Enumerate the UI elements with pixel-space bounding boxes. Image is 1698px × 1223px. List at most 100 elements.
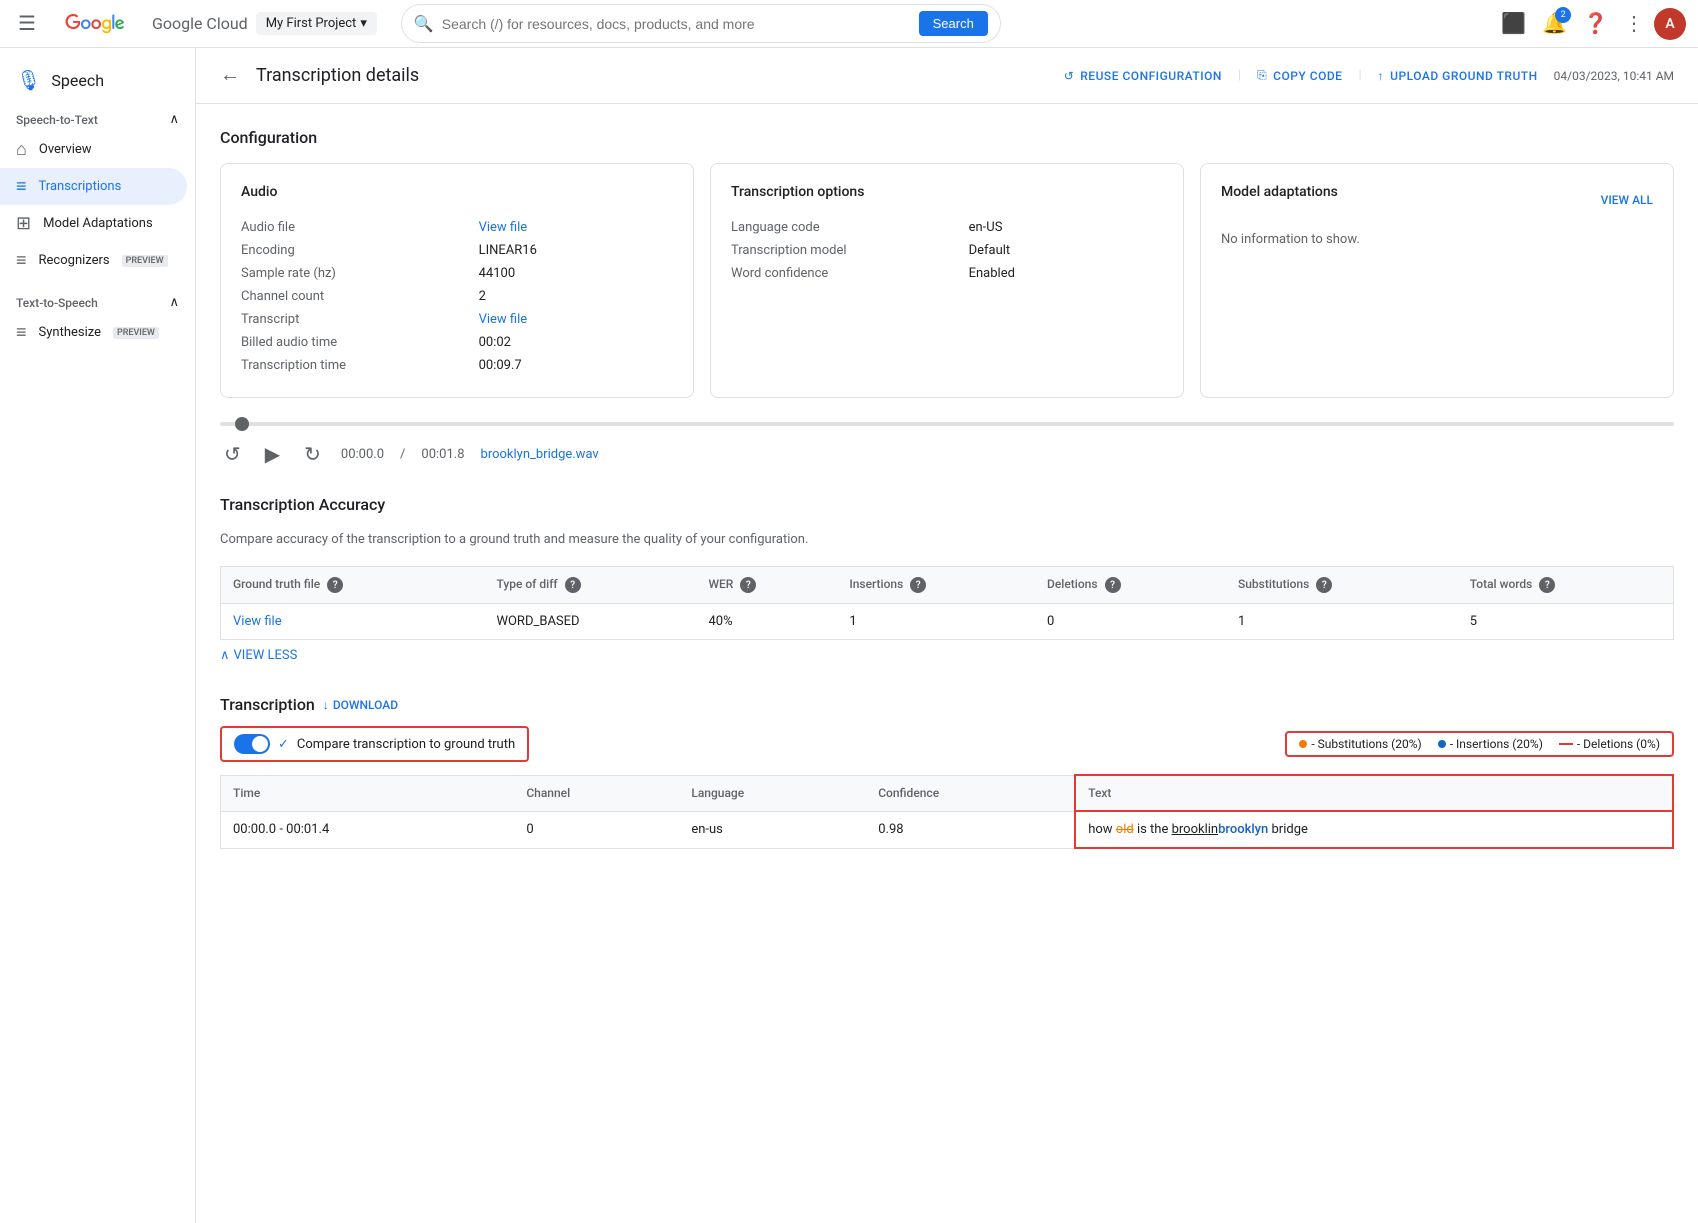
substitutions-legend: - Substitutions (20%) bbox=[1299, 737, 1421, 751]
sidebar-item-synthesize[interactable]: ≡ Synthesize PREVIEW bbox=[0, 314, 187, 351]
view-all-button[interactable]: VIEW ALL bbox=[1601, 193, 1653, 207]
sidebar-item-synthesize-label: Synthesize bbox=[39, 325, 101, 340]
audio-filename[interactable]: brooklyn_bridge.wav bbox=[481, 447, 599, 462]
back-button[interactable]: ← bbox=[220, 64, 240, 87]
sidebar-logo-text: Speech bbox=[51, 71, 104, 90]
sidebar: 🎙 Speech Speech-to-Text ∧ ⌂ Overview ≡ T… bbox=[0, 48, 196, 1223]
ground-file-link[interactable]: View file bbox=[233, 614, 282, 629]
compare-toggle[interactable] bbox=[234, 734, 270, 754]
audio-file-link[interactable]: View file bbox=[479, 220, 528, 235]
time-value: 00:00.0 - 00:01.4 bbox=[221, 811, 515, 848]
reuse-config-button[interactable]: ↺ REUSE CONFIGURATION bbox=[1064, 69, 1222, 83]
tts-section-header[interactable]: Text-to-Speech ∧ bbox=[0, 287, 195, 314]
back-icon: ← bbox=[220, 64, 240, 86]
audio-card: Audio Audio file View file Encoding LINE… bbox=[220, 163, 694, 398]
menu-icon: ☰ bbox=[18, 11, 36, 36]
deletions-legend: - Deletions (0%) bbox=[1559, 737, 1660, 751]
top-nav: ☰ Google Cloud My First Project ▾ 🔍 Sear… bbox=[0, 0, 1698, 48]
text-header: Text bbox=[1075, 775, 1673, 811]
wer-value: 40% bbox=[696, 604, 837, 640]
search-icon: 🔍 bbox=[414, 14, 434, 33]
sidebar-item-transcriptions-label: Transcriptions bbox=[39, 179, 122, 194]
upload-icon: ↑ bbox=[1378, 69, 1385, 83]
search-button[interactable]: Search bbox=[919, 11, 988, 36]
project-dropdown-icon: ▾ bbox=[360, 16, 367, 31]
sidebar-item-overview[interactable]: ⌂ Overview bbox=[0, 131, 187, 168]
upload-truth-label: UPLOAD GROUND TRUTH bbox=[1390, 69, 1537, 83]
deletions-help-icon[interactable]: ? bbox=[1105, 577, 1121, 593]
view-less-button[interactable]: ∧ VIEW LESS bbox=[220, 640, 1674, 671]
copy-code-button[interactable]: ⎘ COPY CODE bbox=[1257, 68, 1342, 83]
audio-progress-handle[interactable] bbox=[235, 417, 249, 431]
terminal-button[interactable]: ⬛ bbox=[1495, 5, 1532, 42]
language-code-label: Language code bbox=[731, 216, 969, 239]
upload-truth-button[interactable]: ↑ UPLOAD GROUND TRUTH bbox=[1378, 69, 1538, 83]
play-button[interactable]: ▶ bbox=[261, 438, 284, 471]
page-title: Transcription details bbox=[256, 65, 1048, 86]
model-adaptations-card: Model adaptations VIEW ALL No informatio… bbox=[1200, 163, 1674, 398]
language-code-value: en-US bbox=[969, 216, 1163, 239]
sidebar-item-model-adaptations-label: Model Adaptations bbox=[43, 216, 153, 231]
transcription-table-header: Time Channel Language Confidence Text bbox=[221, 775, 1674, 811]
download-button[interactable]: ↓ DOWNLOAD bbox=[323, 698, 398, 712]
audio-file-row: Audio file View file bbox=[241, 216, 673, 239]
insertions-legend: - Insertions (20%) bbox=[1438, 737, 1543, 751]
type-of-diff-help-icon[interactable]: ? bbox=[565, 577, 581, 593]
substitutions-value: 1 bbox=[1226, 604, 1458, 640]
sub-header: ← Transcription details ↺ REUSE CONFIGUR… bbox=[196, 48, 1698, 104]
home-icon: ⌂ bbox=[16, 139, 27, 160]
substitutions-legend-label: - Substitutions (20%) bbox=[1311, 737, 1421, 751]
time-separator: / bbox=[400, 447, 405, 462]
hamburger-button[interactable]: ☰ bbox=[12, 5, 42, 42]
reuse-config-label: REUSE CONFIGURATION bbox=[1080, 69, 1222, 83]
word-confidence-label: Word confidence bbox=[731, 262, 969, 285]
word-old: old bbox=[1116, 822, 1134, 837]
insertions-value: 1 bbox=[837, 604, 1035, 640]
accuracy-title: Transcription Accuracy bbox=[220, 495, 1674, 514]
settings-button[interactable]: ⋮ bbox=[1618, 5, 1650, 42]
billed-audio-row: Billed audio time 00:02 bbox=[241, 331, 673, 354]
sidebar-item-model-adaptations[interactable]: ⊞ Model Adaptations bbox=[0, 205, 187, 242]
grid-icon: ⊞ bbox=[16, 213, 31, 234]
sample-rate-row: Sample rate (hz) 44100 bbox=[241, 262, 673, 285]
forward-button[interactable]: ↻ bbox=[300, 438, 325, 471]
forward-icon: ↻ bbox=[304, 444, 321, 466]
word-confidence-value: Enabled bbox=[969, 262, 1163, 285]
type-of-diff-header: Type of diff ? bbox=[484, 566, 696, 604]
insertions-header: Insertions ? bbox=[837, 566, 1035, 604]
view-less-label: VIEW LESS bbox=[234, 648, 298, 663]
substitutions-help-icon[interactable]: ? bbox=[1316, 577, 1332, 593]
encoding-label: Encoding bbox=[241, 239, 479, 262]
word-how: how bbox=[1088, 822, 1116, 837]
notification-badge: 2 bbox=[1555, 7, 1571, 23]
deletions-header: Deletions ? bbox=[1035, 566, 1226, 604]
language-value: en-us bbox=[679, 811, 866, 848]
sidebar-item-transcriptions[interactable]: ≡ Transcriptions bbox=[0, 168, 187, 205]
project-selector[interactable]: My First Project ▾ bbox=[256, 12, 377, 35]
google-cloud-logo: Google Cloud bbox=[50, 14, 248, 34]
tts-label: Text-to-Speech bbox=[16, 296, 98, 310]
checkmark-icon: ✓ bbox=[278, 737, 289, 752]
word-brooklyn: brooklyn bbox=[1218, 822, 1268, 837]
transcription-section: Transcription ↓ DOWNLOAD ✓ Compare trans… bbox=[220, 695, 1674, 849]
transcription-options-card: Transcription options Language code en-U… bbox=[710, 163, 1184, 398]
audio-progress-bar[interactable] bbox=[220, 422, 1674, 426]
search-input[interactable] bbox=[442, 16, 911, 32]
ground-file-help-icon[interactable]: ? bbox=[327, 577, 343, 593]
wer-help-icon[interactable]: ? bbox=[740, 577, 756, 593]
audio-card-title: Audio bbox=[241, 184, 673, 200]
stt-section-header[interactable]: Speech-to-Text ∧ bbox=[0, 104, 195, 131]
insertions-help-icon[interactable]: ? bbox=[910, 577, 926, 593]
replay-button[interactable]: ↺ bbox=[220, 438, 245, 471]
user-avatar[interactable]: A bbox=[1654, 8, 1686, 40]
deletions-value: 0 bbox=[1035, 604, 1226, 640]
total-words-help-icon[interactable]: ? bbox=[1539, 577, 1555, 593]
transcript-link[interactable]: View file bbox=[479, 312, 528, 327]
stt-chevron: ∧ bbox=[169, 112, 179, 127]
nav-icons-group: ⬛ 🔔 2 ❓ ⋮ A bbox=[1495, 5, 1686, 42]
sidebar-item-recognizers[interactable]: ≡ Recognizers PREVIEW bbox=[0, 242, 187, 279]
stt-label: Speech-to-Text bbox=[16, 113, 98, 127]
recognizers-preview-badge: PREVIEW bbox=[122, 255, 168, 267]
sample-rate-label: Sample rate (hz) bbox=[241, 262, 479, 285]
help-button[interactable]: ❓ bbox=[1577, 5, 1614, 42]
